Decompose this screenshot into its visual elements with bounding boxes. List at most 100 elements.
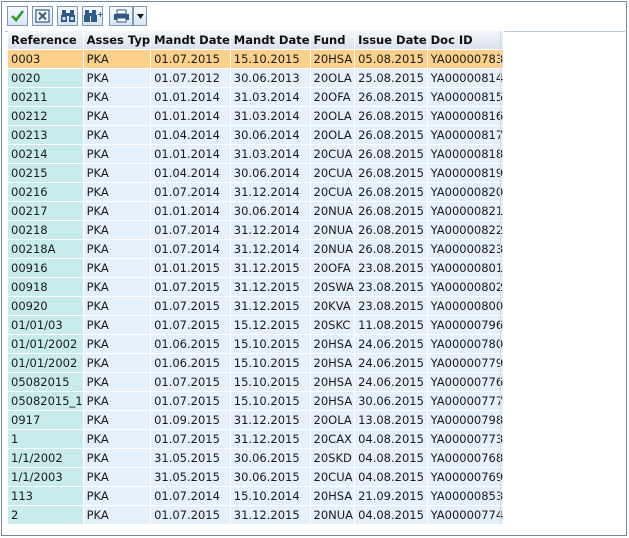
cell-mandt-date-to[interactable]: 31.12.2015 (230, 505, 311, 525)
cell-issue-date[interactable]: 05.08.2015 (354, 49, 428, 69)
cell-mandt-date-to[interactable]: 15.10.2015 (230, 334, 311, 354)
cell-mandt-date-to[interactable]: 30.06.2014 (230, 125, 311, 145)
cell-mandt-date-to[interactable]: 31.12.2015 (230, 410, 311, 430)
column-header-mandt-date-from[interactable]: Mandt Date (150, 31, 231, 50)
table-row[interactable]: 0003 PKA 01.07.2015 15.10.2015 20HSA 05.08.20… (8, 49, 505, 69)
cell-fund[interactable]: 20NUA (310, 505, 356, 525)
cell-mandt-date-from[interactable]: 01.07.2015 (150, 429, 231, 449)
cell-asses-typ[interactable]: PKA (83, 68, 152, 88)
cell-mandt-date-from[interactable]: 01.01.2014 (150, 201, 231, 221)
cell-reference[interactable]: 00212 (8, 106, 84, 126)
cell-reference[interactable]: 00211 (8, 87, 84, 107)
cell-reference[interactable]: 00218A (8, 239, 84, 259)
cell-mandt-date-from[interactable]: 01.01.2014 (150, 144, 231, 164)
table-row[interactable]: 00916 PKA 01.01.2015 31.12.2015 20OFA 23.08.2… (8, 258, 505, 278)
cell-issue-date[interactable]: 26.08.2015 (354, 182, 428, 202)
table-row[interactable]: 05082015_1 PKA 01.07.2015 15.10.2015 20HSA 30… (8, 391, 505, 411)
cell-doc-id[interactable]: YA00000819 (427, 163, 505, 183)
cell-reference[interactable]: 00916 (8, 258, 84, 278)
cell-doc-id[interactable]: YA00000818 (427, 144, 505, 164)
cell-issue-date[interactable]: 04.08.2015 (354, 429, 428, 449)
cell-doc-id[interactable]: YA00000779 (427, 353, 505, 373)
cell-issue-date[interactable]: 04.08.2015 (354, 448, 428, 468)
cell-doc-id[interactable]: YA00000801 (427, 258, 505, 278)
cell-doc-id[interactable]: YA00000817 (427, 125, 505, 145)
cell-issue-date[interactable]: 25.08.2015 (354, 68, 428, 88)
table-row[interactable]: 1/1/2002 PKA 31.05.2015 30.06.2015 20SKD 04.0… (8, 448, 505, 468)
cell-asses-typ[interactable]: PKA (83, 163, 152, 183)
cell-reference[interactable]: 00216 (8, 182, 84, 202)
cell-mandt-date-to[interactable]: 31.03.2014 (230, 144, 311, 164)
cell-issue-date[interactable]: 23.08.2015 (354, 277, 428, 297)
cell-mandt-date-from[interactable]: 01.07.2014 (150, 239, 231, 259)
cell-issue-date[interactable]: 24.06.2015 (354, 372, 428, 392)
cell-doc-id[interactable]: YA00000768 (427, 448, 505, 468)
cell-mandt-date-to[interactable]: 31.12.2015 (230, 296, 311, 316)
cell-reference[interactable]: 00217 (8, 201, 84, 221)
column-header-doc-id[interactable]: Doc ID (427, 31, 505, 50)
cell-issue-date[interactable]: 26.08.2015 (354, 106, 428, 126)
cell-reference[interactable]: 01/01/2002 (8, 353, 84, 373)
cell-mandt-date-from[interactable]: 01.07.2015 (150, 277, 231, 297)
cell-asses-typ[interactable]: PKA (83, 258, 152, 278)
cell-asses-typ[interactable]: PKA (83, 486, 152, 506)
cell-mandt-date-to[interactable]: 30.06.2015 (230, 448, 311, 468)
cell-doc-id[interactable]: YA00000802 (427, 277, 505, 297)
cell-mandt-date-from[interactable]: 01.07.2014 (150, 486, 231, 506)
cell-fund[interactable]: 20OFA (310, 258, 356, 278)
cell-mandt-date-to[interactable]: 15.10.2015 (230, 353, 311, 373)
cell-fund[interactable]: 20CUA (310, 182, 356, 202)
cell-fund[interactable]: 20NUA (310, 201, 356, 221)
column-header-reference[interactable]: Reference (8, 31, 84, 50)
cell-doc-id[interactable]: YA00000800 (427, 296, 505, 316)
cell-fund[interactable]: 20HSA (310, 49, 356, 69)
cell-doc-id[interactable]: YA00000822 (427, 220, 505, 240)
cell-issue-date[interactable]: 11.08.2015 (354, 315, 428, 335)
cell-asses-typ[interactable]: PKA (83, 125, 152, 145)
cell-issue-date[interactable]: 13.08.2015 (354, 410, 428, 430)
cell-mandt-date-from[interactable]: 01.06.2015 (150, 334, 231, 354)
cell-fund[interactable]: 20CUA (310, 144, 356, 164)
cell-reference[interactable]: 1/1/2002 (8, 448, 84, 468)
table-row[interactable]: 0917 PKA 01.09.2015 31.12.2015 20OLA 13.08.20… (8, 410, 505, 430)
cell-doc-id[interactable]: YA00000820 (427, 182, 505, 202)
cell-doc-id[interactable]: YA00000777 (427, 391, 505, 411)
cell-reference[interactable]: 1 (8, 429, 84, 449)
cell-asses-typ[interactable]: PKA (83, 201, 152, 221)
cell-mandt-date-from[interactable]: 01.07.2014 (150, 220, 231, 240)
cell-asses-typ[interactable]: PKA (83, 410, 152, 430)
cell-doc-id[interactable]: YA00000776 (427, 372, 505, 392)
cell-asses-typ[interactable]: PKA (83, 49, 152, 69)
cell-fund[interactable]: 20OLA (310, 125, 356, 145)
cell-reference[interactable]: 00215 (8, 163, 84, 183)
cell-fund[interactable]: 20CUA (310, 163, 356, 183)
cell-fund[interactable]: 20NUA (310, 220, 356, 240)
cell-doc-id[interactable]: YA00000780 (427, 334, 505, 354)
cell-reference[interactable]: 1/1/2003 (8, 467, 84, 487)
cell-reference[interactable]: 05082015 (8, 372, 84, 392)
table-row[interactable]: 00217 PKA 01.01.2014 30.06.2014 20NUA 26.08.2… (8, 201, 505, 221)
cell-mandt-date-from[interactable]: 01.07.2012 (150, 68, 231, 88)
print-button[interactable] (109, 6, 133, 26)
cell-mandt-date-from[interactable]: 01.09.2015 (150, 410, 231, 430)
table-row[interactable]: 00216 PKA 01.07.2014 31.12.2014 20CUA 26.08.2… (8, 182, 505, 202)
cell-mandt-date-to[interactable]: 31.12.2015 (230, 277, 311, 297)
cell-fund[interactable]: 20OLA (310, 68, 356, 88)
cell-reference[interactable]: 00213 (8, 125, 84, 145)
cell-mandt-date-from[interactable]: 01.07.2015 (150, 505, 231, 525)
cell-asses-typ[interactable]: PKA (83, 334, 152, 354)
cell-fund[interactable]: 20CUA (310, 467, 356, 487)
cell-doc-id[interactable]: YA00000853 (427, 486, 505, 506)
cell-fund[interactable]: 20OLA (310, 410, 356, 430)
cancel-button[interactable] (32, 6, 53, 26)
cell-mandt-date-from[interactable]: 01.01.2014 (150, 106, 231, 126)
cell-fund[interactable]: 20OLA (310, 106, 356, 126)
cell-mandt-date-to[interactable]: 31.12.2015 (230, 258, 311, 278)
table-row[interactable]: 1 PKA 01.07.2015 31.12.2015 20CAX 04.08.2015 Y… (8, 429, 505, 449)
cell-reference[interactable]: 00214 (8, 144, 84, 164)
cell-issue-date[interactable]: 04.08.2015 (354, 467, 428, 487)
cell-doc-id[interactable]: YA00000816 (427, 106, 505, 126)
cell-mandt-date-from[interactable]: 01.04.2014 (150, 163, 231, 183)
cell-mandt-date-to[interactable]: 30.06.2014 (230, 163, 311, 183)
cell-mandt-date-to[interactable]: 31.03.2014 (230, 106, 311, 126)
